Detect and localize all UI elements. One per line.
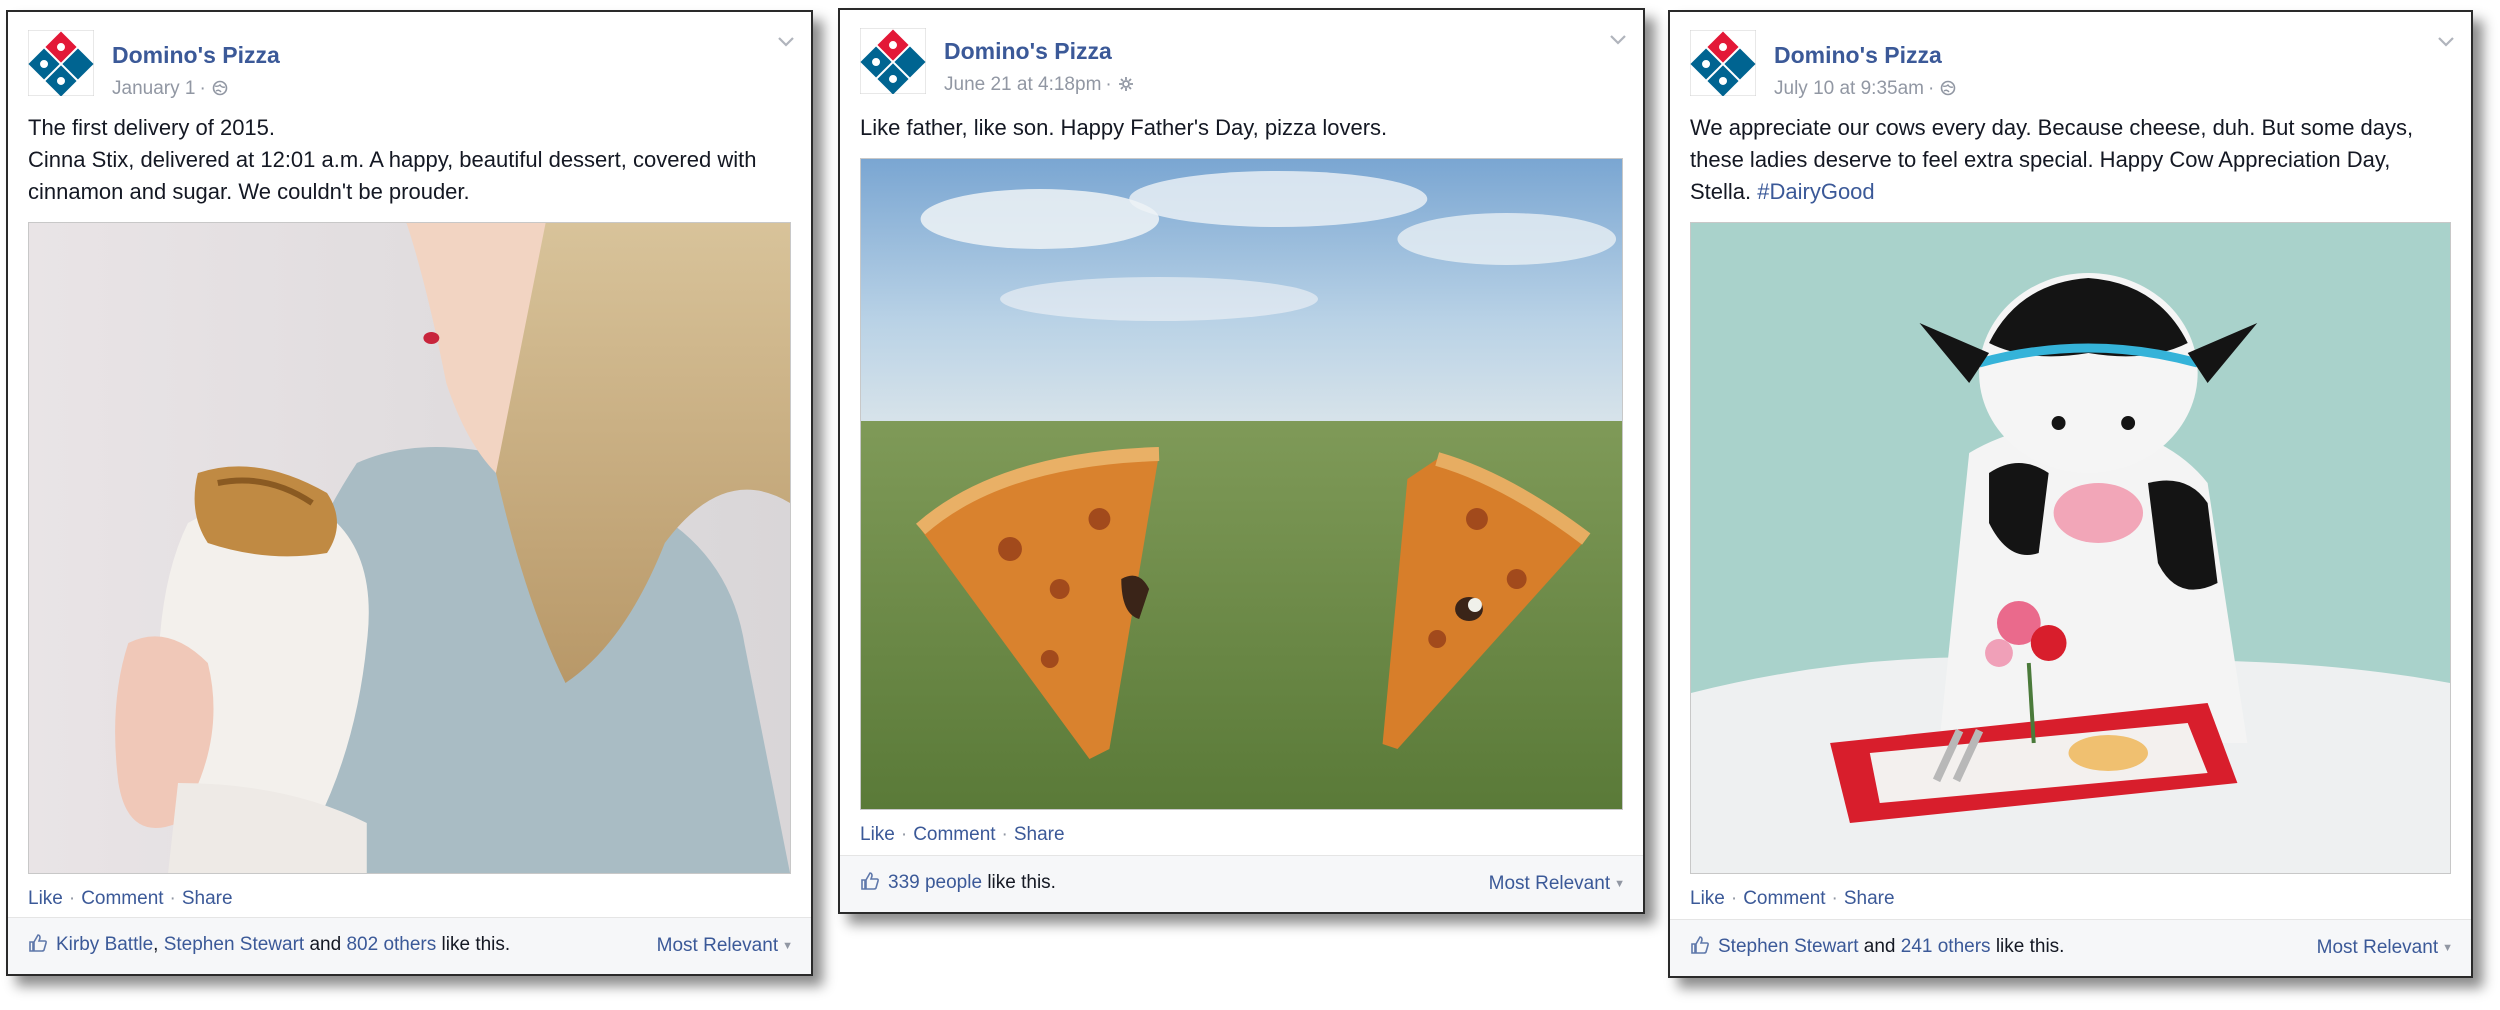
post-card: Domino's Pizza July 10 at 9:35am · We app…: [1668, 10, 2473, 978]
post-date[interactable]: July 10 at 9:35am: [1774, 78, 1924, 99]
post-photo[interactable]: [860, 158, 1623, 810]
most-relevant-dropdown[interactable]: Most Relevant ▼: [1489, 873, 1625, 895]
hashtag-link[interactable]: #DairyGood: [1757, 179, 1874, 204]
chevron-down-icon[interactable]: [2437, 36, 2455, 48]
globe-icon: [212, 80, 228, 96]
thumbs-up-icon: [1691, 936, 1709, 954]
cow-costume-breakfast-image: [1691, 223, 2450, 873]
post-text: We appreciate our cows every day. Becaus…: [1690, 112, 2451, 208]
post-actions: Like · Comment · Share: [28, 888, 233, 909]
dominos-logo-icon[interactable]: [1690, 30, 1756, 96]
post-meta: January 1 ·: [112, 78, 228, 100]
chevron-down-icon[interactable]: [1609, 34, 1627, 46]
liker-link[interactable]: Stephen Stewart: [164, 934, 304, 955]
post-text-line: Like father, like son. Happy Father's Da…: [860, 115, 1388, 140]
woman-cradling-pizza-image: [29, 223, 790, 873]
post-header: Domino's Pizza July 10 at 9:35am ·: [1690, 30, 2454, 102]
thumbs-up-icon: [29, 934, 47, 952]
most-relevant-label: Most Relevant: [1488, 873, 1611, 894]
post-header: Domino's Pizza June 21 at 4:18pm ·: [860, 28, 1626, 100]
gear-icon: [1118, 77, 1133, 91]
share-link[interactable]: Share: [1014, 824, 1065, 845]
post-text-line: The first delivery of 2015.: [28, 115, 276, 140]
post-text: Like father, like son. Happy Father's Da…: [860, 112, 1623, 144]
like-link[interactable]: Like: [1690, 888, 1725, 909]
most-relevant-label: Most Relevant: [2316, 937, 2439, 958]
most-relevant-dropdown[interactable]: Most Relevant ▼: [2317, 937, 2453, 959]
likes-summary: 339 people like this.: [860, 871, 1056, 894]
dominos-logo-icon[interactable]: [860, 28, 926, 94]
post-actions: Like · Comment · Share: [860, 824, 1065, 845]
post-text-line: these ladies deserve to feel extra speci…: [1690, 147, 2391, 172]
caret-down-icon: ▼: [1614, 878, 1625, 890]
likes-summary: Stephen Stewart and 241 others like this…: [1690, 935, 2064, 958]
likes-separator: ,: [153, 934, 164, 955]
post-card: Domino's Pizza January 1 · The first deli…: [6, 10, 813, 976]
post-header: Domino's Pizza January 1 ·: [28, 30, 794, 102]
thumbs-up-icon: [861, 872, 879, 890]
comment-link[interactable]: Comment: [81, 888, 163, 909]
share-link[interactable]: Share: [182, 888, 233, 909]
post-text-line: cinnamon and sugar. We couldn't be proud…: [28, 179, 470, 204]
others-link[interactable]: 802 others: [346, 934, 436, 955]
post-photo[interactable]: [28, 222, 791, 874]
caret-down-icon: ▼: [782, 940, 793, 952]
post-text-fragment: Stella.: [1690, 179, 1758, 204]
post-footer: 339 people like this. Most Relevant ▼: [840, 855, 1643, 912]
most-relevant-dropdown[interactable]: Most Relevant ▼: [657, 935, 793, 957]
people-link[interactable]: 339 people: [888, 872, 982, 893]
likes-summary: Kirby Battle, Stephen Stewart and 802 ot…: [28, 933, 510, 956]
share-link[interactable]: Share: [1844, 888, 1895, 909]
post-text-line: Cinna Stix, delivered at 12:01 a.m. A ha…: [28, 147, 757, 172]
like-link[interactable]: Like: [28, 888, 63, 909]
post-meta: June 21 at 4:18pm ·: [944, 74, 1134, 96]
post-footer: Kirby Battle, Stephen Stewart and 802 ot…: [8, 917, 811, 974]
likes-and: and: [1858, 936, 1901, 957]
like-link[interactable]: Like: [860, 824, 895, 845]
page-name-link[interactable]: Domino's Pizza: [1774, 42, 1942, 69]
post-actions: Like · Comment · Share: [1690, 888, 1895, 909]
globe-icon: [1941, 80, 1956, 96]
pizza-slices-in-field-image: [861, 159, 1622, 809]
likes-suffix: like this.: [982, 872, 1056, 893]
post-text: The first delivery of 2015. Cinna Stix, …: [28, 112, 791, 208]
post-footer: Stephen Stewart and 241 others like this…: [1670, 919, 2471, 976]
liker-link[interactable]: Kirby Battle: [56, 934, 153, 955]
dominos-logo-icon[interactable]: [28, 30, 94, 96]
likes-suffix: like this.: [436, 934, 511, 955]
page-name-link[interactable]: Domino's Pizza: [944, 38, 1112, 65]
most-relevant-label: Most Relevant: [656, 935, 779, 956]
post-card: Domino's Pizza June 21 at 4:18pm · Like f…: [838, 8, 1645, 914]
liker-link[interactable]: Stephen Stewart: [1718, 936, 1858, 957]
chevron-down-icon[interactable]: [777, 36, 795, 48]
post-photo[interactable]: [1690, 222, 2451, 874]
post-text-line: Stella. #DairyGood: [1690, 176, 2451, 208]
comment-link[interactable]: Comment: [1743, 888, 1825, 909]
post-text-line: We appreciate our cows every day. Becaus…: [1690, 115, 2414, 140]
post-meta: July 10 at 9:35am ·: [1774, 78, 1956, 100]
caret-down-icon: ▼: [2442, 942, 2453, 954]
post-date[interactable]: January 1: [112, 78, 195, 99]
likes-and: and: [304, 934, 347, 955]
likes-suffix: like this.: [1990, 936, 2065, 957]
comment-link[interactable]: Comment: [913, 824, 995, 845]
page-name-link[interactable]: Domino's Pizza: [112, 42, 280, 69]
others-link[interactable]: 241 others: [1901, 936, 1991, 957]
post-date[interactable]: June 21 at 4:18pm: [944, 74, 1101, 95]
